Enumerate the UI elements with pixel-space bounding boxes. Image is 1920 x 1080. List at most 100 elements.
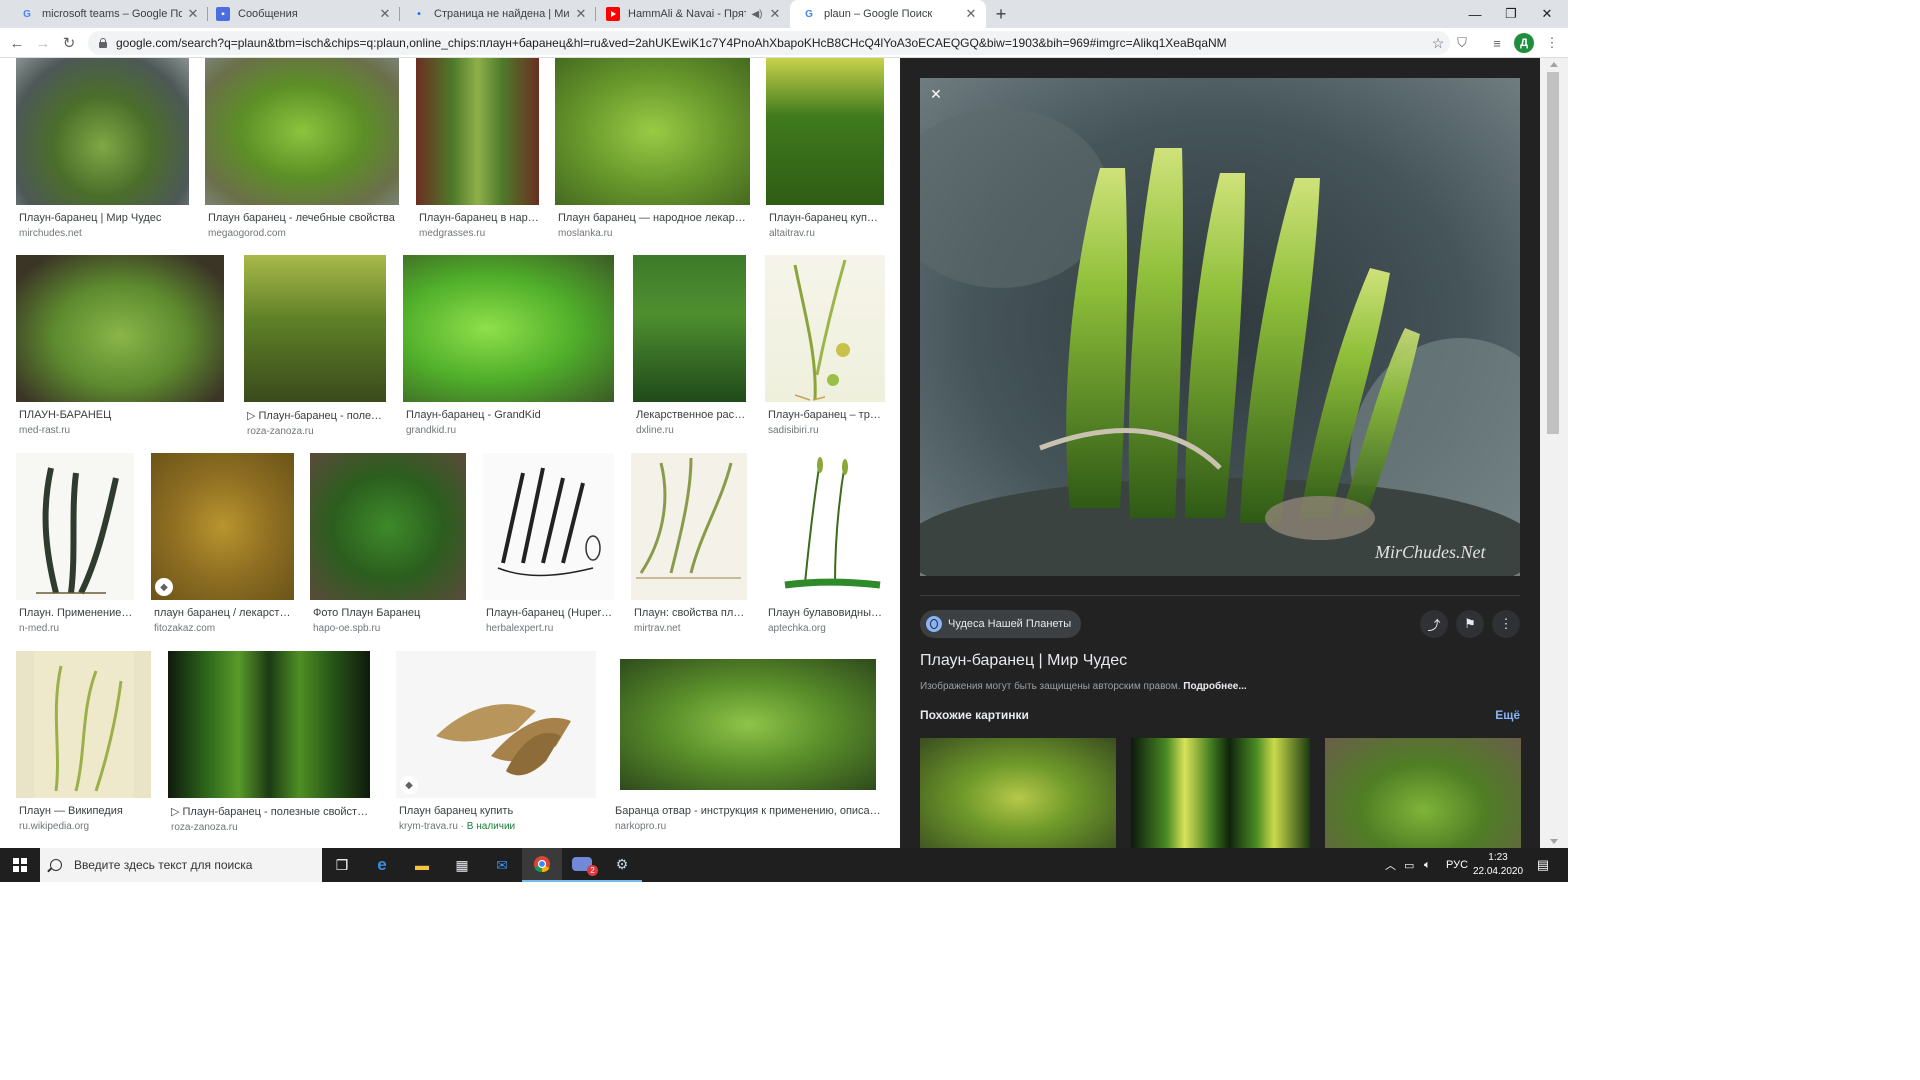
scroll-up-icon[interactable]: [1550, 62, 1558, 67]
result-thumbnail[interactable]: [310, 453, 466, 600]
tab-plaun-search[interactable]: G plaun – Google Поиск ✕: [790, 0, 986, 28]
result-title[interactable]: Лекарственное расте...: [636, 409, 746, 421]
action-center-icon[interactable]: ▤: [1528, 848, 1558, 882]
share-icon[interactable]: ⤴: [1420, 610, 1448, 638]
result-thumbnail[interactable]: ◆: [396, 651, 596, 798]
result-card[interactable]: Плаун-баранец в наро... medgrasses.ru: [416, 58, 539, 239]
similar-image[interactable]: [920, 738, 1116, 848]
tab-messages[interactable]: ▪ Сообщения ✕: [204, 0, 400, 28]
result-title[interactable]: Плаун-баранец в наро...: [419, 212, 539, 224]
extension-icon[interactable]: ⛉: [1452, 33, 1472, 53]
result-title[interactable]: Плаун булавовидный ...: [768, 607, 885, 619]
result-card[interactable]: Плаун. Применение п... n-med.ru: [16, 453, 134, 634]
address-bar[interactable]: google.com/search?q=plaun&tbm=isch&chips…: [88, 31, 1450, 55]
network-icon[interactable]: ▭: [1404, 848, 1414, 882]
page-scrollbar[interactable]: [1540, 58, 1568, 848]
result-card[interactable]: Лекарственное расте... dxline.ru: [633, 255, 746, 436]
preview-title[interactable]: Плаун-баранец | Мир Чудес: [920, 652, 1127, 670]
show-hidden-icons[interactable]: ︿: [1385, 848, 1396, 882]
result-card[interactable]: Плаун-баранец | Мир Чудес mirchudes.net: [16, 58, 189, 239]
result-thumbnail[interactable]: [766, 58, 884, 205]
result-title[interactable]: Плаун баранец - лечебные свойства: [208, 212, 399, 224]
result-thumbnail[interactable]: [765, 255, 885, 402]
result-thumbnail[interactable]: [244, 255, 386, 402]
result-thumbnail[interactable]: [633, 255, 746, 402]
mail-icon[interactable]: ✉: [482, 848, 522, 882]
result-title[interactable]: Плаун-баранец - GrandKid: [406, 409, 614, 421]
url-text[interactable]: google.com/search?q=plaun&tbm=isch&chips…: [116, 36, 1426, 50]
result-card[interactable]: Плаун баранец - лечебные свойства megaog…: [205, 58, 399, 239]
scrollbar-thumb[interactable]: [1547, 72, 1559, 434]
result-card[interactable]: ◆ плаун баранец / лекарстве... fitozakaz…: [151, 453, 294, 634]
result-title[interactable]: Плаун баранец купить: [399, 805, 596, 817]
result-title[interactable]: Плаун баранец — народное лекарств...: [558, 212, 750, 224]
result-thumbnail[interactable]: [168, 651, 370, 798]
result-thumbnail[interactable]: [205, 58, 399, 205]
result-thumbnail[interactable]: [483, 453, 614, 600]
result-thumbnail[interactable]: [765, 453, 885, 600]
start-button[interactable]: [0, 848, 40, 882]
result-thumbnail[interactable]: [16, 255, 224, 402]
clock[interactable]: 1:23 22.04.2020: [1472, 851, 1524, 879]
result-title[interactable]: плаун баранец / лекарстве...: [154, 607, 294, 619]
similar-image[interactable]: [1325, 738, 1521, 848]
result-title[interactable]: ПЛАУН-БАРАНЕЦ: [19, 409, 224, 421]
result-card[interactable]: ▷ Плаун-баранец - полезные свойства, о..…: [168, 651, 370, 833]
result-title[interactable]: Фото Плаун Баранец: [313, 607, 466, 619]
close-icon[interactable]: ✕: [964, 6, 978, 22]
result-card[interactable]: Плаун булавовидный ... aptechka.org: [765, 453, 885, 634]
more-options-icon[interactable]: ⋮: [1492, 610, 1520, 638]
result-title[interactable]: Плаун: свойства плау...: [634, 607, 747, 619]
result-thumbnail[interactable]: ◆: [151, 453, 294, 600]
result-title[interactable]: Плаун — Википедия: [19, 805, 151, 817]
result-card[interactable]: Плаун-баранец купит... altaitrav.ru: [766, 58, 884, 239]
store-icon[interactable]: ▦: [442, 848, 482, 882]
more-info-link[interactable]: Подробнее...: [1183, 681, 1246, 692]
result-card[interactable]: Плаун-баранец – трав... sadisibiri.ru: [765, 255, 885, 436]
similar-image[interactable]: [1131, 738, 1310, 848]
result-card[interactable]: Плаун-баранец (Huperzia... herbalexpert.…: [483, 453, 614, 634]
tab-youtube[interactable]: HammAli & Navai - Прятки ( ◀) ✕: [594, 0, 790, 28]
chrome-icon[interactable]: [522, 848, 562, 882]
edge-icon[interactable]: e: [362, 848, 402, 882]
result-title[interactable]: Плаун. Применение п...: [19, 607, 134, 619]
result-thumbnail[interactable]: [403, 255, 614, 402]
preview-image[interactable]: MirChudes.Net: [920, 78, 1520, 576]
result-card[interactable]: Баранца отвар - инструкция к применению,…: [612, 651, 884, 832]
close-preview-icon[interactable]: ✕: [928, 86, 944, 102]
result-card[interactable]: Плаун баранец — народное лекарств... mos…: [555, 58, 750, 239]
back-icon[interactable]: ←: [6, 32, 28, 54]
result-card[interactable]: ПЛАУН-БАРАНЕЦ med-rast.ru: [16, 255, 224, 436]
reload-icon[interactable]: ↻: [58, 32, 80, 54]
result-title[interactable]: ▷ Плаун-баранец - полезн...: [247, 409, 386, 422]
result-thumbnail[interactable]: [612, 651, 884, 798]
taskbar-search-box[interactable]: Введите здесь текст для поиска: [40, 848, 322, 882]
profile-avatar[interactable]: Д: [1514, 33, 1534, 53]
result-thumbnail[interactable]: [16, 651, 151, 798]
steam-icon[interactable]: ⚙: [602, 848, 642, 882]
result-title[interactable]: Плаун-баранец (Huperzia...: [486, 607, 614, 619]
result-thumbnail[interactable]: [416, 58, 539, 205]
language-indicator[interactable]: РУС: [1446, 848, 1468, 882]
result-title[interactable]: ▷ Плаун-баранец - полезные свойства, о..…: [171, 805, 370, 818]
scroll-down-icon[interactable]: [1550, 839, 1558, 844]
save-bookmark-icon[interactable]: ⚑: [1456, 610, 1484, 638]
close-window-button[interactable]: ✕: [1524, 0, 1570, 28]
forward-icon[interactable]: →: [32, 32, 54, 54]
close-icon[interactable]: ✕: [768, 6, 782, 22]
result-card[interactable]: Плаун — Википедия ru.wikipedia.org: [16, 651, 151, 832]
result-card[interactable]: ◆ Плаун баранец купить krym-trava.ru · В…: [396, 651, 596, 832]
media-control-icon[interactable]: ≡: [1487, 33, 1507, 53]
result-title[interactable]: Плаун-баранец – трав...: [768, 409, 885, 421]
more-similar-link[interactable]: Ещё: [1495, 708, 1520, 722]
result-thumbnail[interactable]: [631, 453, 747, 600]
result-thumbnail[interactable]: [555, 58, 750, 205]
file-explorer-icon[interactable]: ▬: [402, 848, 442, 882]
speaker-icon[interactable]: ◀): [750, 9, 764, 20]
close-icon[interactable]: ✕: [378, 6, 392, 22]
result-thumbnail[interactable]: [16, 453, 134, 600]
source-chip[interactable]: Чудеса Нашей Планеты: [920, 610, 1082, 638]
tab-microsoft-teams[interactable]: G microsoft teams – Google Поиск ✕: [8, 0, 208, 28]
result-card[interactable]: Плаун-баранец - GrandKid grandkid.ru: [403, 255, 614, 436]
result-card[interactable]: Фото Плаун Баранец hapo-oe.spb.ru: [310, 453, 466, 634]
